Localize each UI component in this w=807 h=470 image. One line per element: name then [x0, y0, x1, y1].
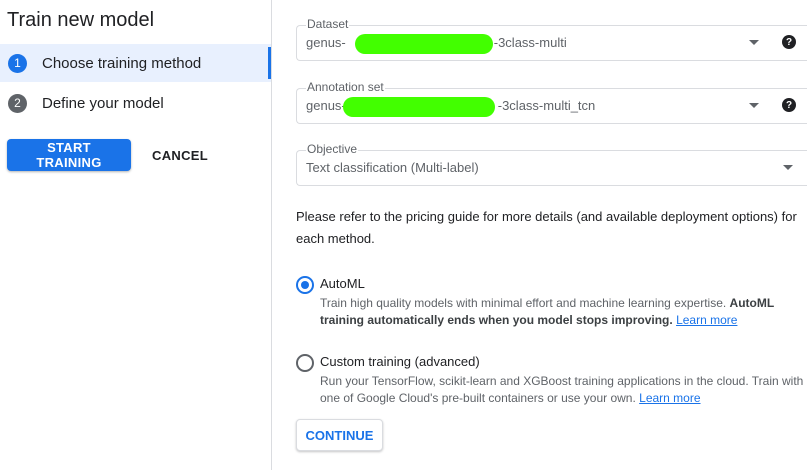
automl-description-text: Train high quality models with minimal e…	[320, 296, 730, 310]
dataset-label: Dataset	[306, 17, 350, 31]
objective-label: Objective	[306, 142, 359, 156]
dropdown-arrow-icon[interactable]	[749, 103, 759, 108]
custom-training-description-text: Run your TensorFlow, scikit-learn and XG…	[320, 374, 804, 405]
objective-value: Text classification (Multi-label)	[306, 160, 479, 175]
active-step-indicator	[268, 47, 271, 79]
pricing-info-text: Please refer to the pricing guide for mo…	[296, 209, 797, 246]
automl-radio[interactable]	[296, 276, 314, 294]
start-training-button[interactable]: START TRAINING	[7, 139, 131, 171]
step-define-your-model[interactable]: 2 Define your model	[0, 84, 271, 122]
automl-learn-more-link[interactable]: Learn more	[676, 313, 737, 327]
page-title: Train new model	[7, 9, 155, 31]
objective-select[interactable]: Objective Text classification (Multi-lab…	[296, 142, 807, 186]
step-label: Choose training method	[42, 54, 202, 72]
automl-label: AutoML	[320, 276, 365, 291]
annotation-set-value-prefix: genus-	[306, 98, 346, 113]
dropdown-arrow-icon[interactable]	[783, 165, 793, 170]
dropdown-arrow-icon[interactable]	[749, 40, 759, 45]
dataset-value-prefix: genus-	[306, 35, 346, 50]
custom-training-radio[interactable]	[296, 354, 314, 372]
cancel-button[interactable]: CANCEL	[143, 139, 217, 171]
step-number-badge: 2	[8, 93, 27, 113]
sidebar: Train new model 1 Choose training method…	[0, 0, 272, 470]
annotation-set-label: Annotation set	[306, 80, 385, 94]
custom-training-description: Run your TensorFlow, scikit-learn and XG…	[320, 373, 806, 407]
dataset-select[interactable]: Dataset genus- -3class-multi ?	[296, 17, 807, 61]
step-label: Define your model	[42, 94, 164, 112]
help-icon[interactable]: ?	[782, 98, 796, 112]
step-choose-training-method[interactable]: 1 Choose training method	[0, 44, 271, 82]
step-number-badge: 1	[8, 53, 27, 73]
dataset-value-suffix: -3class-multi	[493, 35, 567, 50]
custom-training-label: Custom training (advanced)	[320, 354, 480, 369]
continue-button[interactable]: CONTINUE	[296, 419, 383, 451]
annotation-set-value-suffix: -3class-multi_tcn	[497, 98, 596, 113]
redaction-mark	[355, 34, 493, 54]
redaction-mark	[343, 97, 495, 117]
custom-training-learn-more-link[interactable]: Learn more	[639, 391, 700, 405]
annotation-set-select[interactable]: Annotation set genus- -3class-multi_tcn ?	[296, 80, 807, 124]
automl-description: Train high quality models with minimal e…	[320, 295, 806, 329]
help-icon[interactable]: ?	[782, 35, 796, 49]
